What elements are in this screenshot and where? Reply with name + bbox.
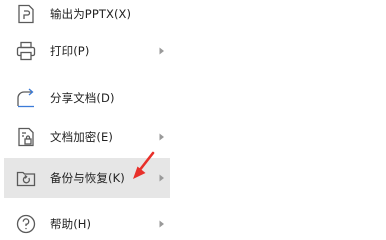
file-menu: 输出为PPTX(X) 打印(P) 分享文档(D) 文档加密(E) 备份与恢复(K…	[0, 0, 172, 236]
menu-item-label: 文档加密(E)	[50, 130, 113, 144]
printer-icon	[15, 40, 37, 62]
menu-item-share-document[interactable]: 分享文档(D)	[4, 78, 170, 118]
help-icon	[15, 213, 37, 235]
share-icon	[15, 87, 37, 109]
menu-item-label: 输出为PPTX(X)	[50, 7, 132, 21]
menu-item-label: 备份与恢复(K)	[50, 171, 125, 185]
chevron-right-icon	[159, 133, 165, 141]
menu-item-label: 打印(P)	[50, 44, 90, 58]
menu-item-export-pptx[interactable]: 输出为PPTX(X)	[4, 0, 170, 34]
menu-item-print[interactable]: 打印(P)	[4, 31, 170, 71]
document-lock-icon	[15, 126, 37, 148]
annotation-arrow-icon	[126, 150, 158, 184]
chevron-right-icon	[159, 174, 165, 182]
menu-item-label: 帮助(H)	[50, 217, 92, 231]
export-pptx-icon	[15, 3, 37, 25]
chevron-right-icon	[159, 220, 165, 228]
chevron-right-icon	[159, 47, 165, 55]
menu-item-label: 分享文档(D)	[50, 91, 115, 105]
menu-item-help[interactable]: 帮助(H)	[4, 204, 170, 240]
backup-restore-icon	[15, 167, 37, 189]
